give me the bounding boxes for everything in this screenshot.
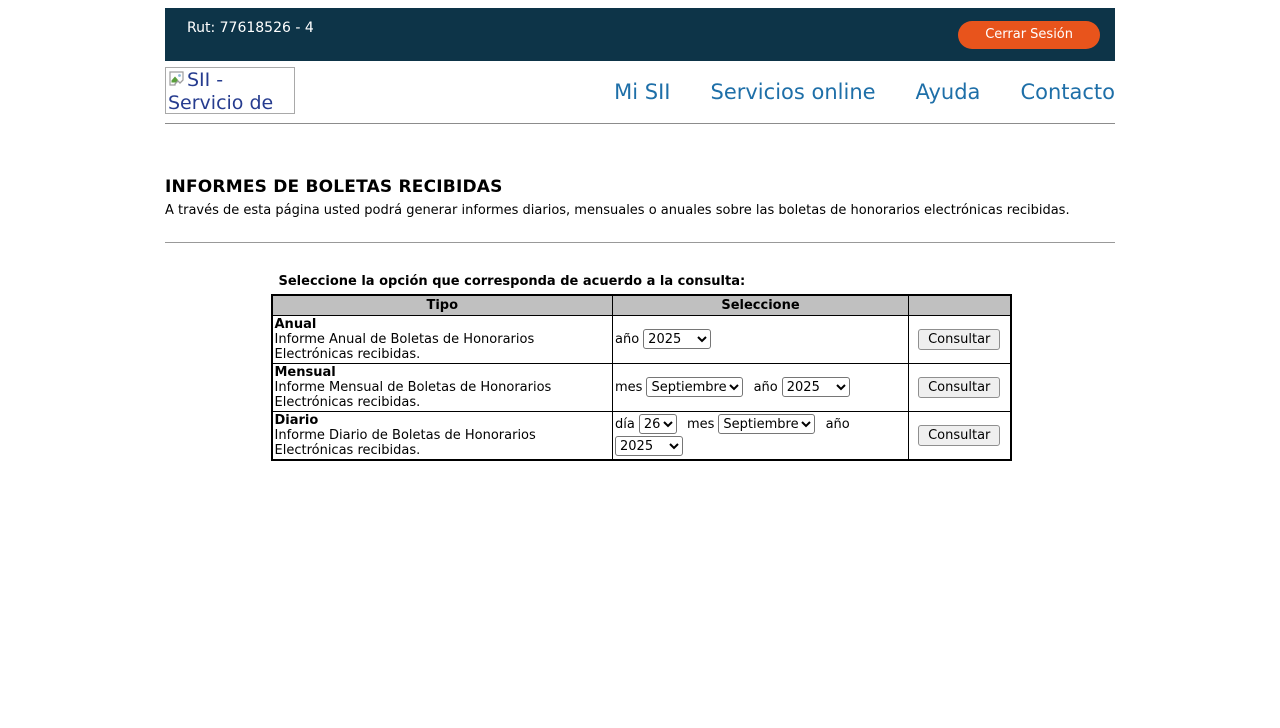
divider — [165, 242, 1115, 243]
column-header-tipo: Tipo — [272, 295, 613, 315]
page: Rut: 77618526 - 4 Cerrar Sesión SII - Se… — [165, 8, 1115, 461]
diario-day-select[interactable]: 26 — [639, 414, 677, 434]
logo-alt-text: SII - Servicio de — [168, 69, 273, 114]
row-type-label: Mensual — [275, 365, 336, 380]
logout-button[interactable]: Cerrar Sesión — [958, 21, 1100, 49]
anual-year-select[interactable]: 2025 — [643, 329, 711, 349]
broken-image-icon — [168, 70, 186, 88]
report-options-section: Seleccione la opción que corresponda de … — [271, 274, 1010, 461]
nav-link-mi-sii[interactable]: Mi SII — [614, 80, 670, 104]
main-content: INFORMES DE BOLETAS RECIBIDAS A través d… — [165, 177, 1115, 461]
mensual-month-label: mes — [615, 380, 642, 395]
rut-label: Rut: 77618526 - 4 — [187, 20, 314, 36]
mensual-year-label: año — [754, 380, 778, 395]
mensual-year-select[interactable]: 2025 — [782, 377, 850, 397]
sii-logo-link[interactable]: SII - Servicio de — [165, 67, 295, 114]
page-title: INFORMES DE BOLETAS RECIBIDAS — [165, 177, 1115, 197]
nav-link-servicios-online[interactable]: Servicios online — [711, 80, 876, 104]
row-type-label: Anual — [275, 317, 317, 332]
topbar: Rut: 77618526 - 4 Cerrar Sesión — [165, 8, 1115, 61]
report-options-table: Tipo Seleccione Anual Informe Anual de B… — [271, 294, 1012, 461]
table-row-mensual: Mensual Informe Mensual de Boletas de Ho… — [272, 363, 1011, 411]
nav-link-ayuda[interactable]: Ayuda — [916, 80, 981, 104]
diario-day-label: día — [615, 417, 635, 432]
site-header: SII - Servicio de Mi SII Servicios onlin… — [165, 61, 1115, 124]
diario-month-label: mes — [687, 417, 714, 432]
row-description: Informe Mensual de Boletas de Honorarios… — [275, 380, 552, 410]
row-description: Informe Diario de Boletas de Honorarios … — [275, 428, 536, 458]
row-type-label: Diario — [275, 413, 319, 428]
consultar-mensual-button[interactable]: Consultar — [918, 377, 1000, 398]
table-row-anual: Anual Informe Anual de Boletas de Honora… — [272, 315, 1011, 363]
column-header-empty — [909, 295, 1011, 315]
anual-year-label: año — [615, 332, 639, 347]
column-header-seleccione: Seleccione — [613, 295, 909, 315]
consultar-anual-button[interactable]: Consultar — [918, 329, 1000, 350]
row-description: Informe Anual de Boletas de Honorarios E… — [275, 332, 535, 362]
main-nav: Mi SII Servicios online Ayuda Contacto — [614, 80, 1115, 104]
diario-year-label: año — [826, 417, 850, 432]
select-option-prompt: Seleccione la opción que corresponda de … — [271, 274, 1010, 289]
table-row-diario: Diario Informe Diario de Boletas de Hono… — [272, 411, 1011, 460]
page-description: A través de esta página usted podrá gene… — [165, 203, 1115, 218]
diario-year-select[interactable]: 2025 — [615, 436, 683, 456]
table-header-row: Tipo Seleccione — [272, 295, 1011, 315]
consultar-diario-button[interactable]: Consultar — [918, 425, 1000, 446]
mensual-month-select[interactable]: Septiembre — [646, 377, 743, 397]
nav-link-contacto[interactable]: Contacto — [1020, 80, 1115, 104]
diario-month-select[interactable]: Septiembre — [718, 414, 815, 434]
